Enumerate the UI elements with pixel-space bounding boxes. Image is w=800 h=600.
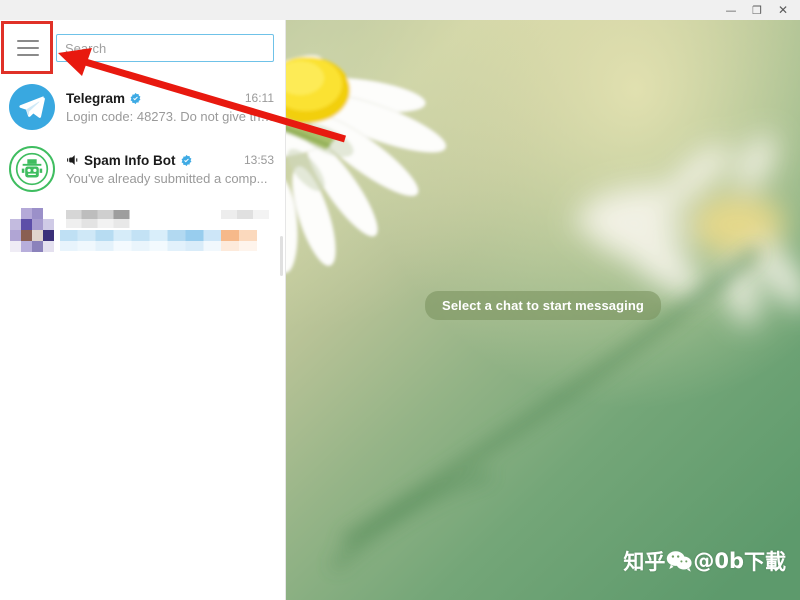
- wechat-icon: [666, 550, 692, 572]
- censored-chat-mosaic: [0, 200, 285, 262]
- chat-item-header: Spam Info Bot 13:53: [66, 153, 274, 168]
- hamburger-icon: [17, 40, 39, 56]
- window-titlebar: — ❐ ✕: [0, 0, 800, 20]
- chat-area: Select a chat to start messaging 知乎 @0b …: [286, 20, 800, 600]
- avatar: [9, 146, 55, 192]
- watermark-prefix: 知乎: [623, 550, 666, 574]
- chat-list-item-spam-info-bot[interactable]: Spam Info Bot 13:53 You've already submi…: [0, 138, 285, 200]
- chat-list-item-telegram[interactable]: Telegram 16:11 Login code: 48273. Do not…: [0, 76, 285, 138]
- chat-list-item-censored[interactable]: [0, 200, 285, 262]
- minimize-button[interactable]: —: [718, 0, 744, 20]
- sidebar-topbar: [0, 20, 285, 76]
- chat-sidebar: Telegram 16:11 Login code: 48273. Do not…: [0, 20, 286, 600]
- search-input[interactable]: [56, 34, 274, 62]
- chat-item-header: Telegram 16:11: [66, 91, 274, 106]
- watermark-suffix: 下載: [744, 550, 786, 574]
- maximize-button[interactable]: ❐: [744, 0, 770, 20]
- chat-title: Spam Info Bot: [84, 152, 176, 168]
- close-button[interactable]: ✕: [770, 0, 796, 20]
- chat-timestamp: 16:11: [244, 91, 274, 105]
- chat-list-scrollbar[interactable]: [280, 236, 283, 276]
- search-container: [56, 34, 285, 62]
- select-chat-placeholder: Select a chat to start messaging: [425, 291, 661, 320]
- telegram-desktop-window: — ❐ ✕ Search Telegram 16:11 Login code: …: [0, 0, 800, 600]
- chat-title: Telegram: [66, 90, 126, 106]
- chat-preview-text: Login code: 48273. Do not give thi...: [66, 108, 274, 124]
- chat-item-body: Telegram 16:11 Login code: 48273. Do not…: [66, 91, 274, 124]
- chat-item-body: Spam Info Bot 13:53 You've already submi…: [66, 153, 274, 186]
- chat-preview-text: You've already submitted a comp...: [66, 170, 268, 186]
- chat-timestamp: 13:53: [243, 153, 274, 167]
- watermark: 知乎 @0b 下載: [623, 546, 786, 576]
- verified-badge-icon: [129, 92, 142, 105]
- watermark-handle: @0b: [693, 549, 744, 573]
- telegram-plane-icon: [19, 96, 45, 118]
- sheriff-bot-icon: [15, 152, 49, 186]
- avatar: [9, 84, 55, 130]
- verified-badge-icon: [180, 154, 193, 167]
- chat-list[interactable]: Telegram 16:11 Login code: 48273. Do not…: [0, 76, 285, 600]
- menu-button[interactable]: [0, 20, 56, 76]
- muted-speaker-icon: [66, 154, 80, 166]
